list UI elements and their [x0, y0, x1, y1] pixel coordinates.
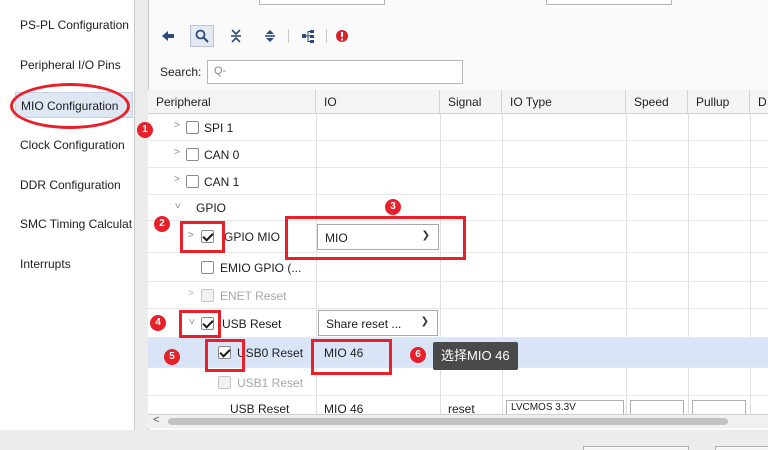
horizontal-scrollbar[interactable]: < — [148, 414, 768, 428]
annotation-box-mio-46 — [311, 339, 392, 375]
io-select-value: Share reset ... — [326, 317, 402, 331]
step-badge-4: 4 — [150, 315, 166, 331]
step-badge-5: 5 — [164, 349, 180, 365]
toolbar — [148, 20, 768, 52]
nav-item-ddr-configuration[interactable]: DDR Configuration — [20, 178, 121, 192]
expand-all-icon[interactable] — [258, 25, 282, 47]
row-label: USB Reset — [222, 317, 282, 331]
checkbox-usb1-reset — [218, 376, 231, 389]
dialog-button[interactable] — [583, 446, 689, 450]
nav-item-clock-configuration[interactable]: Clock Configuration — [20, 138, 125, 152]
chevron-right-icon[interactable]: > — [174, 174, 180, 185]
scroll-left-icon[interactable]: < — [153, 414, 159, 426]
step-badge-2: 2 — [154, 216, 170, 232]
table-row[interactable]: > ENET Reset — [148, 282, 768, 309]
step-badge-1: 1 — [137, 122, 153, 138]
annotation-box-gpio-mio-checkbox — [180, 221, 225, 253]
chevron-right-icon[interactable]: > — [174, 120, 180, 131]
hierarchy-icon[interactable] — [296, 25, 320, 47]
io-type-select[interactable]: LVCMOS 3.3V — [506, 400, 624, 414]
row-label: USB0 Reset — [237, 346, 304, 360]
error-icon[interactable] — [330, 25, 354, 47]
column-header-io[interactable]: IO — [316, 90, 440, 114]
nav-item-smc-timing-calculator[interactable]: SMC Timing Calculat — [20, 217, 132, 231]
checkbox-enet-reset — [201, 289, 214, 302]
top-field-left[interactable] — [259, 0, 385, 5]
pullup-select[interactable] — [692, 400, 746, 414]
table-row[interactable]: USB1 Reset — [148, 368, 768, 396]
chevron-down-icon: ❯ — [420, 316, 429, 327]
column-header-speed[interactable]: Speed — [626, 90, 688, 114]
row-label: USB Reset — [230, 402, 290, 414]
row-label: CAN 1 — [204, 175, 240, 189]
table-row[interactable]: > USB Reset Share reset ... ❯ — [148, 309, 768, 338]
column-header-io-type[interactable]: IO Type — [502, 90, 626, 114]
sidebar-nav: PS-PL Configuration Peripheral I/O Pins … — [0, 0, 135, 430]
chevron-right-icon[interactable]: > — [188, 288, 194, 299]
chevron-down-icon[interactable]: > — [171, 203, 182, 209]
row-label: CAN 0 — [204, 148, 240, 162]
top-field-right[interactable] — [546, 0, 672, 5]
table-row[interactable]: > CAN 0 — [148, 141, 768, 168]
nav-item-interrupts[interactable]: Interrupts — [20, 257, 71, 271]
row-label: EMIO GPIO (... — [220, 261, 302, 275]
collapse-all-icon[interactable] — [224, 25, 248, 47]
annotation-box-gpio-mio-io — [285, 216, 466, 260]
checkbox-emio-gpio[interactable] — [201, 261, 214, 274]
step-badge-3: 3 — [385, 199, 401, 215]
signal-value: reset — [448, 402, 475, 414]
column-header-signal[interactable]: Signal — [440, 90, 502, 114]
annotation-box-usb0-reset-checkbox — [205, 339, 245, 372]
column-header-peripheral[interactable]: Peripheral — [148, 90, 316, 114]
speed-select[interactable] — [630, 400, 684, 414]
table-row[interactable]: > SPI 1 — [148, 114, 768, 141]
scrollbar-thumb[interactable] — [168, 418, 728, 425]
io-type-value: LVCMOS 3.3V — [511, 402, 576, 413]
checkbox-can-0[interactable] — [186, 148, 199, 161]
back-arrow-icon[interactable] — [156, 25, 180, 47]
checkbox-can-1[interactable] — [186, 175, 199, 188]
row-label: USB1 Reset — [237, 376, 304, 390]
row-label: GPIO — [196, 201, 227, 215]
io-value: MIO 46 — [324, 402, 364, 414]
nav-item-peripheral-io-pins[interactable]: Peripheral I/O Pins — [20, 58, 121, 72]
checkbox-spi-1[interactable] — [186, 121, 199, 134]
row-label: ENET Reset — [220, 289, 287, 303]
io-select-usb-reset[interactable]: Share reset ... ❯ — [318, 310, 438, 336]
table-row[interactable]: > CAN 1 — [148, 168, 768, 195]
tooltip-select-mio-46: 选择MIO 46 — [433, 342, 518, 370]
search-icon[interactable] — [190, 25, 214, 47]
search-label: Search: — [160, 65, 202, 79]
row-label: GPIO MIO — [224, 230, 281, 244]
annotation-oval-mio-configuration — [10, 83, 130, 129]
search-input[interactable]: Q- — [207, 60, 463, 84]
toolbar-separator — [288, 29, 289, 43]
column-header-direction[interactable]: D — [750, 90, 768, 114]
annotation-box-usb-reset-checkbox — [179, 310, 221, 338]
nav-item-ps-pl-configuration[interactable]: PS-PL Configuration — [20, 18, 129, 32]
chevron-right-icon[interactable]: > — [174, 147, 180, 158]
step-badge-6: 6 — [410, 347, 426, 363]
column-header-pullup[interactable]: Pullup — [688, 90, 750, 114]
dialog-button[interactable] — [715, 446, 768, 450]
table-row[interactable]: USB Reset MIO 46 reset LVCMOS 3.3V — [148, 396, 768, 414]
toolbar-separator — [326, 29, 327, 43]
row-label: SPI 1 — [204, 121, 234, 135]
